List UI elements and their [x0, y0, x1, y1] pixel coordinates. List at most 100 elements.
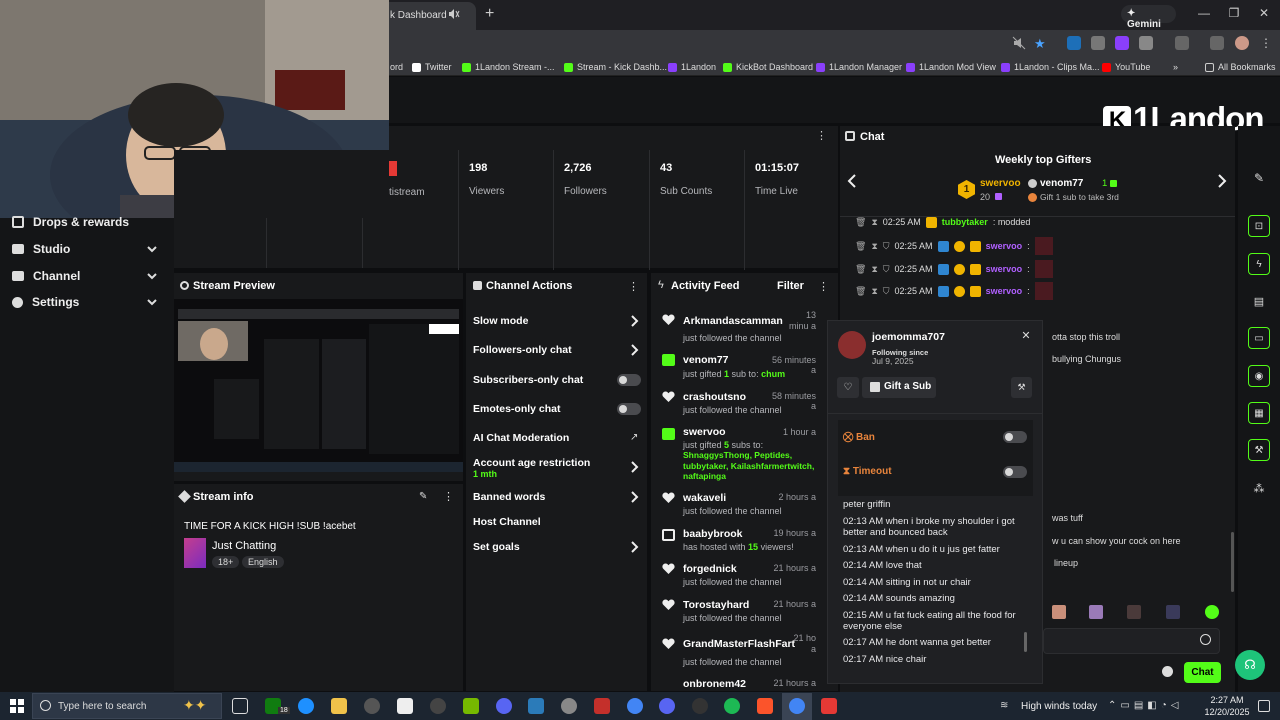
edit-pencil-icon[interactable]: ✎: [419, 491, 429, 502]
kebab-menu-icon[interactable]: ⋮: [628, 280, 639, 293]
send-chat-button[interactable]: Chat: [1184, 662, 1221, 683]
close-icon[interactable]: ✕: [1020, 329, 1032, 342]
obs-icon[interactable]: [364, 698, 380, 714]
emote[interactable]: [1052, 605, 1066, 619]
feed-username[interactable]: crashoutsno: [683, 391, 746, 403]
app-icon[interactable]: [430, 698, 446, 714]
feed-username[interactable]: GrandMasterFlashFart: [683, 638, 795, 650]
trash-icon[interactable]: 🗑: [855, 264, 866, 275]
chevron-right-icon[interactable]: [1217, 174, 1227, 188]
settings-icon[interactable]: [561, 698, 577, 714]
chevron-right-icon[interactable]: [630, 491, 640, 503]
emotes-only-toggle[interactable]: [617, 403, 641, 415]
gift-recipients[interactable]: ShnaggysThong, Peptides, tubbytaker, Kai…: [683, 450, 815, 482]
edge-icon[interactable]: [298, 698, 314, 714]
chrome-icon[interactable]: [627, 698, 643, 714]
extension-icon[interactable]: [1067, 36, 1081, 50]
chevron-down-icon[interactable]: [146, 296, 158, 308]
emote[interactable]: [1127, 605, 1141, 619]
discord-icon[interactable]: [659, 698, 675, 714]
stream-preview-video[interactable]: [174, 299, 463, 472]
app-icon[interactable]: [594, 698, 610, 714]
chrome-menu-icon[interactable]: ⋮: [1259, 36, 1273, 50]
timeout-icon[interactable]: ⧗: [871, 217, 877, 228]
file-explorer-icon[interactable]: [331, 698, 347, 714]
bookmark-item[interactable]: Twitter: [412, 60, 452, 74]
emote[interactable]: [1089, 605, 1103, 619]
app-icon[interactable]: [821, 698, 837, 714]
clock-date[interactable]: 12/20/2025: [1203, 707, 1251, 717]
system-tray-icons[interactable]: ⌃▭▤◧◔◁: [1108, 700, 1208, 712]
all-bookmarks-button[interactable]: All Bookmarks: [1205, 60, 1276, 74]
feed-username[interactable]: baabybrook: [683, 528, 743, 540]
gear-icon[interactable]: [1162, 666, 1173, 677]
chevron-right-icon[interactable]: [630, 344, 640, 356]
external-link-icon[interactable]: ↗: [630, 432, 640, 443]
extension-icon[interactable]: [1091, 36, 1105, 50]
clock-time[interactable]: 2:27 AM: [1208, 695, 1246, 705]
ban-toggle[interactable]: [1003, 431, 1027, 443]
chat-username[interactable]: swervoo: [986, 264, 1023, 274]
bookmark-item[interactable]: 1Landon Mod View: [906, 60, 996, 74]
timeout-icon[interactable]: ⧗: [871, 241, 877, 252]
notification-center-icon[interactable]: [1258, 700, 1270, 712]
set-goals-label[interactable]: Set goals: [473, 541, 520, 553]
host-channel-label[interactable]: Host Channel: [473, 516, 541, 528]
chat-scrollbar[interactable]: [1231, 532, 1234, 592]
copilot-icon[interactable]: ✦✦: [183, 697, 213, 715]
brave-icon[interactable]: [757, 698, 773, 714]
windows-start-icon[interactable]: [10, 699, 24, 713]
weather-text[interactable]: High winds today: [1021, 701, 1097, 712]
popup-scrollbar[interactable]: [1024, 632, 1027, 652]
mod-action-button[interactable]: ⚒: [1011, 377, 1032, 398]
bookmark-item[interactable]: 1Landon Stream -...: [462, 60, 555, 74]
timeout-icon[interactable]: ⧗: [871, 264, 877, 275]
cast-icon[interactable]: [1175, 36, 1189, 50]
lightning-icon[interactable]: ϟ: [1248, 253, 1270, 275]
broadcast-icon[interactable]: ◉: [1248, 365, 1270, 387]
chevron-down-icon[interactable]: [146, 270, 158, 282]
bookmark-item[interactable]: ord: [390, 60, 403, 74]
capture-icon[interactable]: ⊡: [1248, 215, 1270, 237]
category-thumbnail[interactable]: [184, 538, 206, 568]
emoji-icon[interactable]: [1200, 634, 1211, 645]
apps-icon[interactable]: ⁂: [1248, 477, 1270, 499]
spotify-icon[interactable]: [724, 698, 740, 714]
top-gifter-name[interactable]: swervoo: [980, 178, 1021, 189]
wrench-icon[interactable]: ⚒: [1248, 439, 1270, 461]
ai-moderation-label[interactable]: AI Chat Moderation: [473, 432, 569, 444]
chrome-icon[interactable]: [789, 698, 805, 714]
bookmarks-overflow-button[interactable]: »: [1173, 60, 1178, 74]
gemini-button[interactable]: ✦ Gemini: [1121, 5, 1176, 30]
feed-username[interactable]: wakaveli: [683, 492, 726, 504]
close-window-button[interactable]: ✕: [1254, 4, 1274, 22]
feed-username[interactable]: onbronem42: [683, 678, 746, 691]
edit-pencil-icon[interactable]: ✎: [1248, 167, 1270, 189]
bookmark-item[interactable]: YouTube: [1102, 60, 1150, 74]
task-view-icon[interactable]: [232, 698, 248, 714]
timeout-icon[interactable]: ⧗: [871, 286, 877, 297]
feed-username[interactable]: forgednick: [683, 563, 737, 575]
nvidia-icon[interactable]: [463, 698, 479, 714]
chat-username[interactable]: tubbytaker: [942, 217, 988, 227]
second-gifter-name[interactable]: venom77: [1040, 178, 1083, 189]
bookmark-star-icon[interactable]: ★: [1034, 36, 1048, 51]
filter-button[interactable]: Filter: [777, 280, 804, 292]
media-player-icon[interactable]: [496, 698, 512, 714]
account-age-label[interactable]: Account age restriction: [473, 457, 590, 469]
banned-words-label[interactable]: Banned words: [473, 491, 545, 503]
bookmark-item[interactable]: 1Landon: [668, 60, 716, 74]
followers-only-label[interactable]: Followers-only chat: [473, 344, 572, 356]
subscribers-only-toggle[interactable]: [617, 374, 641, 386]
chat-input[interactable]: [1043, 628, 1220, 654]
timeout-toggle[interactable]: [1003, 466, 1027, 478]
chat-username[interactable]: swervoo: [986, 241, 1023, 251]
kebab-menu-icon[interactable]: ⋮: [443, 490, 454, 503]
trash-icon[interactable]: 🗑: [855, 286, 866, 297]
emote[interactable]: [1166, 605, 1180, 619]
feed-username[interactable]: venom77: [683, 354, 729, 366]
chevron-left-icon[interactable]: [847, 174, 857, 188]
layout-icon[interactable]: ▦: [1248, 402, 1270, 424]
app-icon[interactable]: [692, 698, 708, 714]
gift-recipient[interactable]: chum: [761, 369, 785, 379]
